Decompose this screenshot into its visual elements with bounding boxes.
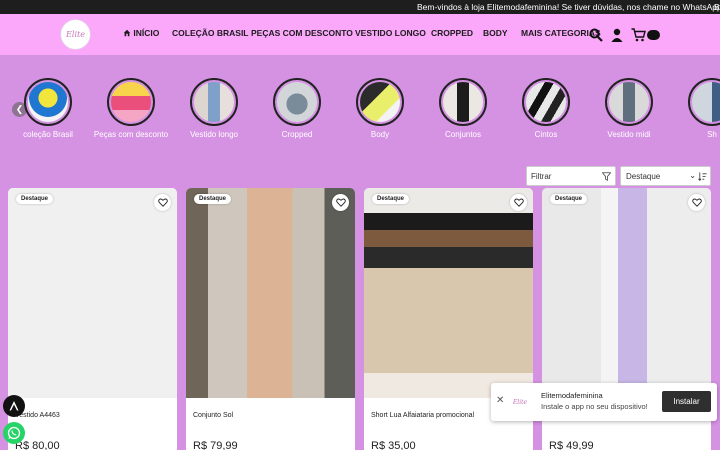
nav-cropped[interactable]: CROPPED: [431, 28, 473, 38]
category-label: coleção Brasil: [23, 130, 73, 139]
nav-vestido-longo[interactable]: VESTIDO LONGO: [355, 28, 426, 38]
cart-count-badge: [647, 30, 660, 40]
search-icon[interactable]: [589, 28, 603, 42]
filter-label: Filtrar: [531, 172, 552, 181]
user-icon[interactable]: [611, 28, 623, 42]
heart-icon: [157, 198, 168, 207]
favorite-button[interactable]: [154, 194, 171, 211]
category-label: Cropped: [281, 130, 313, 139]
favorite-button[interactable]: [510, 194, 527, 211]
logo-text: Elite: [66, 30, 85, 39]
category-label: Cintos: [534, 130, 558, 139]
category-ring: [439, 78, 487, 126]
category-cintos[interactable]: Cintos: [506, 78, 586, 139]
category-partial[interactable]: Sh: [672, 78, 720, 139]
install-app-prompt: ✕ Elite Elitemodafeminina Instale o app …: [491, 383, 717, 421]
accessibility-button[interactable]: [3, 395, 25, 417]
nav-colecao-brasil[interactable]: COLEÇÃO BRASIL: [172, 28, 249, 38]
whatsapp-button[interactable]: [3, 422, 25, 444]
home-icon: [123, 29, 131, 37]
announcement-next-text: B: [714, 2, 720, 12]
product-card[interactable]: Destaque Vestido A4463 R$ 80,00: [8, 188, 177, 450]
category-label: Conjuntos: [444, 130, 482, 139]
category-ring: [107, 78, 155, 126]
install-title: Elitemodafeminina: [541, 391, 603, 400]
nav-body[interactable]: BODY: [483, 28, 508, 38]
category-ring: [522, 78, 570, 126]
featured-badge: Destaque: [550, 194, 588, 204]
nav-label: INÍCIO: [133, 28, 160, 38]
category-image: [28, 82, 68, 122]
category-image: [692, 82, 720, 122]
category-ring: [24, 78, 72, 126]
category-image: [194, 82, 234, 122]
category-cropped[interactable]: Cropped: [257, 78, 337, 139]
product-price: R$ 80,00: [15, 440, 60, 450]
featured-badge: Destaque: [372, 194, 410, 204]
favorite-button[interactable]: [332, 194, 349, 211]
category-image: [443, 82, 483, 122]
category-ring: [356, 78, 404, 126]
filter-button[interactable]: Filtrar: [526, 166, 616, 186]
category-image: [609, 82, 649, 122]
product-image[interactable]: [8, 188, 177, 398]
product-image[interactable]: [364, 188, 533, 398]
product-name[interactable]: Conjunto Sol: [193, 412, 233, 419]
heart-icon: [335, 198, 346, 207]
category-label: Vestido midi: [607, 130, 651, 139]
announcement-bar: Bem-vindos à loja Elitemodafeminina! Se …: [0, 0, 720, 14]
funnel-icon: [602, 172, 611, 181]
product-name[interactable]: Short Lua Alfaiataria promocional: [371, 412, 474, 419]
category-label: Sh: [707, 130, 717, 139]
product-card[interactable]: Destaque Conjunto Sol R$ 79,99: [186, 188, 355, 450]
app-logo-text: Elite: [512, 398, 528, 406]
category-ring: [273, 78, 321, 126]
announcement-text: Bem-vindos à loja Elitemodafeminina! Se …: [417, 2, 720, 12]
category-ring: [605, 78, 653, 126]
favorite-button[interactable]: [688, 194, 705, 211]
install-subtitle: Instale o app no seu dispositivo!: [541, 402, 648, 411]
category-image: [360, 82, 400, 122]
category-ring: [190, 78, 238, 126]
featured-badge: Destaque: [16, 194, 54, 204]
sort-select[interactable]: Destaque ⌄: [620, 166, 711, 186]
app-logo: Elite: [509, 391, 531, 413]
chevron-down-icon: ⌄: [689, 171, 696, 180]
featured-badge: Destaque: [194, 194, 232, 204]
product-image[interactable]: [186, 188, 355, 398]
site-header: Elite INÍCIO COLEÇÃO BRASIL PEÇAS COM DE…: [0, 14, 720, 55]
product-price: R$ 35,00: [371, 440, 416, 450]
category-conjuntos[interactable]: Conjuntos: [423, 78, 503, 139]
category-image: [526, 82, 566, 122]
category-body[interactable]: Body: [340, 78, 420, 139]
category-pecas-desconto[interactable]: Peças com desconto: [91, 78, 171, 139]
accessibility-icon: [9, 401, 19, 411]
sort-icon: [698, 172, 707, 181]
category-ring: [688, 78, 720, 126]
category-image: [277, 82, 317, 122]
category-image: [111, 82, 151, 122]
product-price: R$ 79,99: [193, 440, 238, 450]
product-price: R$ 49,99: [549, 440, 594, 450]
category-label: Vestido longo: [189, 130, 239, 139]
cart-icon[interactable]: [631, 28, 646, 42]
nav-inicio[interactable]: INÍCIO: [123, 28, 159, 38]
product-image[interactable]: [542, 188, 711, 398]
heart-icon: [513, 198, 524, 207]
whatsapp-icon: [7, 426, 21, 440]
nav-pecas-desconto[interactable]: PEÇAS COM DESCONTO: [251, 28, 353, 38]
category-colecao-brasil[interactable]: coleção Brasil: [8, 78, 88, 139]
category-label: Peças com desconto: [93, 130, 169, 139]
category-vestido-longo[interactable]: Vestido longo: [174, 78, 254, 139]
close-icon[interactable]: ✕: [496, 395, 504, 406]
store-logo[interactable]: Elite: [60, 19, 91, 50]
category-vestido-midi[interactable]: Vestido midi: [589, 78, 669, 139]
category-label: Body: [370, 130, 390, 139]
install-button[interactable]: Instalar: [662, 391, 711, 412]
sort-label: Destaque: [626, 172, 661, 181]
heart-icon: [691, 198, 702, 207]
